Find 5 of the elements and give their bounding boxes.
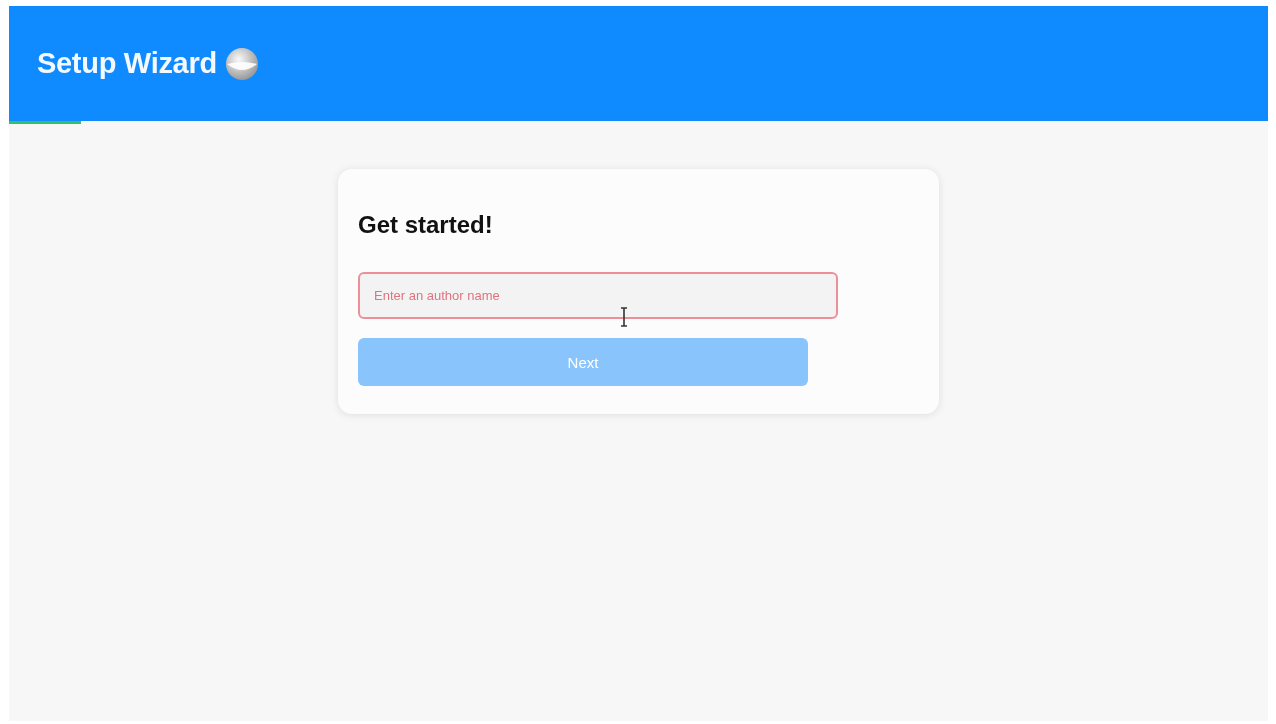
text-cursor-icon — [619, 307, 629, 327]
globe-icon — [224, 46, 259, 81]
card-heading: Get started! — [358, 211, 494, 239]
app-title: Setup Wizard — [37, 47, 217, 80]
author-name-field[interactable]: Enter an author name — [358, 272, 838, 319]
